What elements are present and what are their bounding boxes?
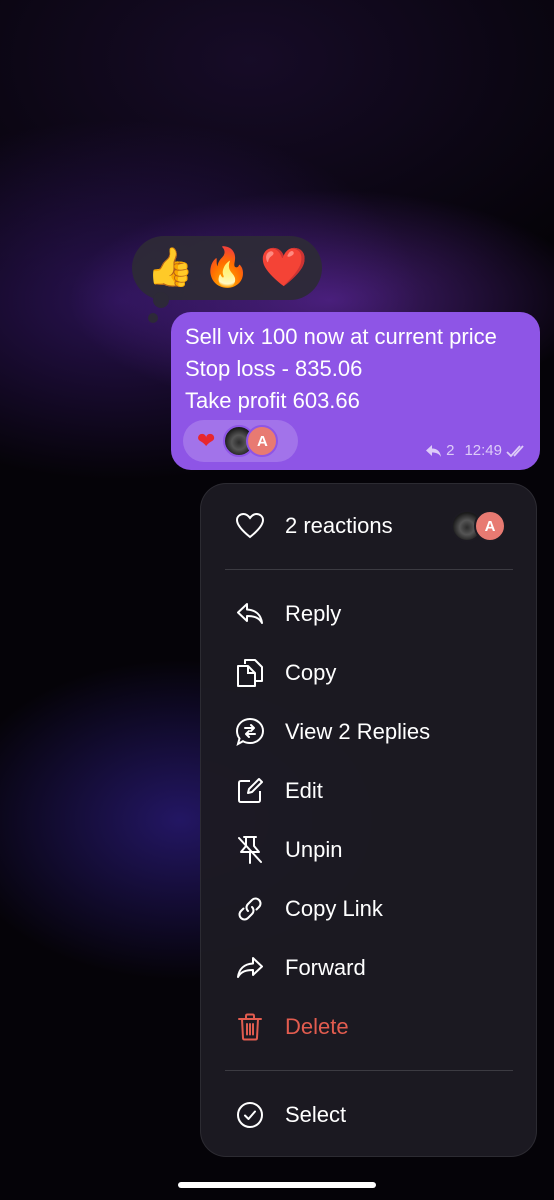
unpin-menu-item[interactable]: Unpin (201, 822, 536, 878)
reaction-avatars: A (451, 510, 506, 542)
reply-count: 2 (446, 442, 455, 459)
avatar-letter: A (474, 510, 506, 542)
heart-icon: ❤ (197, 428, 216, 453)
context-menu: 2 reactions A Reply Copy View 2 Replies (200, 483, 537, 1157)
view-replies-label: View 2 Replies (285, 719, 431, 744)
reactions-label: 2 reactions (285, 513, 393, 538)
edit-icon (235, 776, 265, 806)
picker-tail-dot (153, 292, 169, 308)
message-time: 12:49 (464, 442, 502, 459)
view-replies-icon (235, 717, 265, 747)
red-heart-icon[interactable]: ❤️ (260, 249, 308, 287)
copy-icon (235, 658, 265, 688)
reply-icon (235, 599, 265, 629)
forward-menu-item[interactable]: Forward (201, 940, 536, 996)
home-indicator[interactable] (178, 1182, 376, 1188)
select-label: Select (285, 1102, 347, 1127)
unpin-label: Unpin (285, 837, 343, 862)
menu-divider (225, 569, 513, 570)
reply-arrow-icon (426, 444, 442, 457)
forward-icon (235, 953, 265, 983)
reply-label: Reply (285, 601, 342, 626)
message-text-line: Take profit 603.66 (185, 388, 360, 413)
avatar-letter: A (246, 425, 279, 457)
message-reaction-chip[interactable]: ❤ A (183, 420, 298, 462)
edit-label: Edit (285, 778, 323, 803)
reaction-picker: 👍 🔥 ❤️ (132, 236, 322, 300)
fire-icon[interactable]: 🔥 (203, 249, 251, 287)
unpin-icon (235, 835, 265, 865)
view-replies-menu-item[interactable]: View 2 Replies (201, 704, 536, 760)
heart-outline-icon (235, 511, 265, 541)
thumbs-up-icon[interactable]: 👍 (146, 249, 194, 287)
edit-menu-item[interactable]: Edit (201, 763, 536, 819)
checkmark-circle-icon (235, 1100, 265, 1130)
select-menu-item[interactable]: Select (201, 1087, 536, 1143)
double-check-icon (506, 444, 524, 457)
menu-divider (225, 1070, 513, 1071)
reactions-item[interactable]: 2 reactions A (201, 498, 536, 554)
copy-link-label: Copy Link (285, 896, 383, 921)
delete-label: Delete (285, 1014, 349, 1039)
message-meta: 2 12:49 (425, 442, 528, 459)
trash-icon (235, 1012, 265, 1042)
reply-menu-item[interactable]: Reply (201, 586, 536, 642)
link-icon (235, 894, 265, 924)
message-bubble[interactable]: Sell vix 100 now at current price Stop l… (171, 312, 540, 470)
copy-label: Copy (285, 660, 337, 685)
forward-label: Forward (285, 955, 366, 980)
copy-menu-item[interactable]: Copy (201, 645, 536, 701)
delete-menu-item[interactable]: Delete (201, 999, 536, 1055)
screen: 👍 🔥 ❤️ Sell vix 100 now at current price… (0, 0, 554, 1200)
message-text-line: Sell vix 100 now at current price (185, 324, 497, 349)
message-text-line: Stop loss - 835.06 (185, 356, 363, 381)
picker-tail-dot-small (148, 313, 158, 323)
copy-link-menu-item[interactable]: Copy Link (201, 881, 536, 937)
